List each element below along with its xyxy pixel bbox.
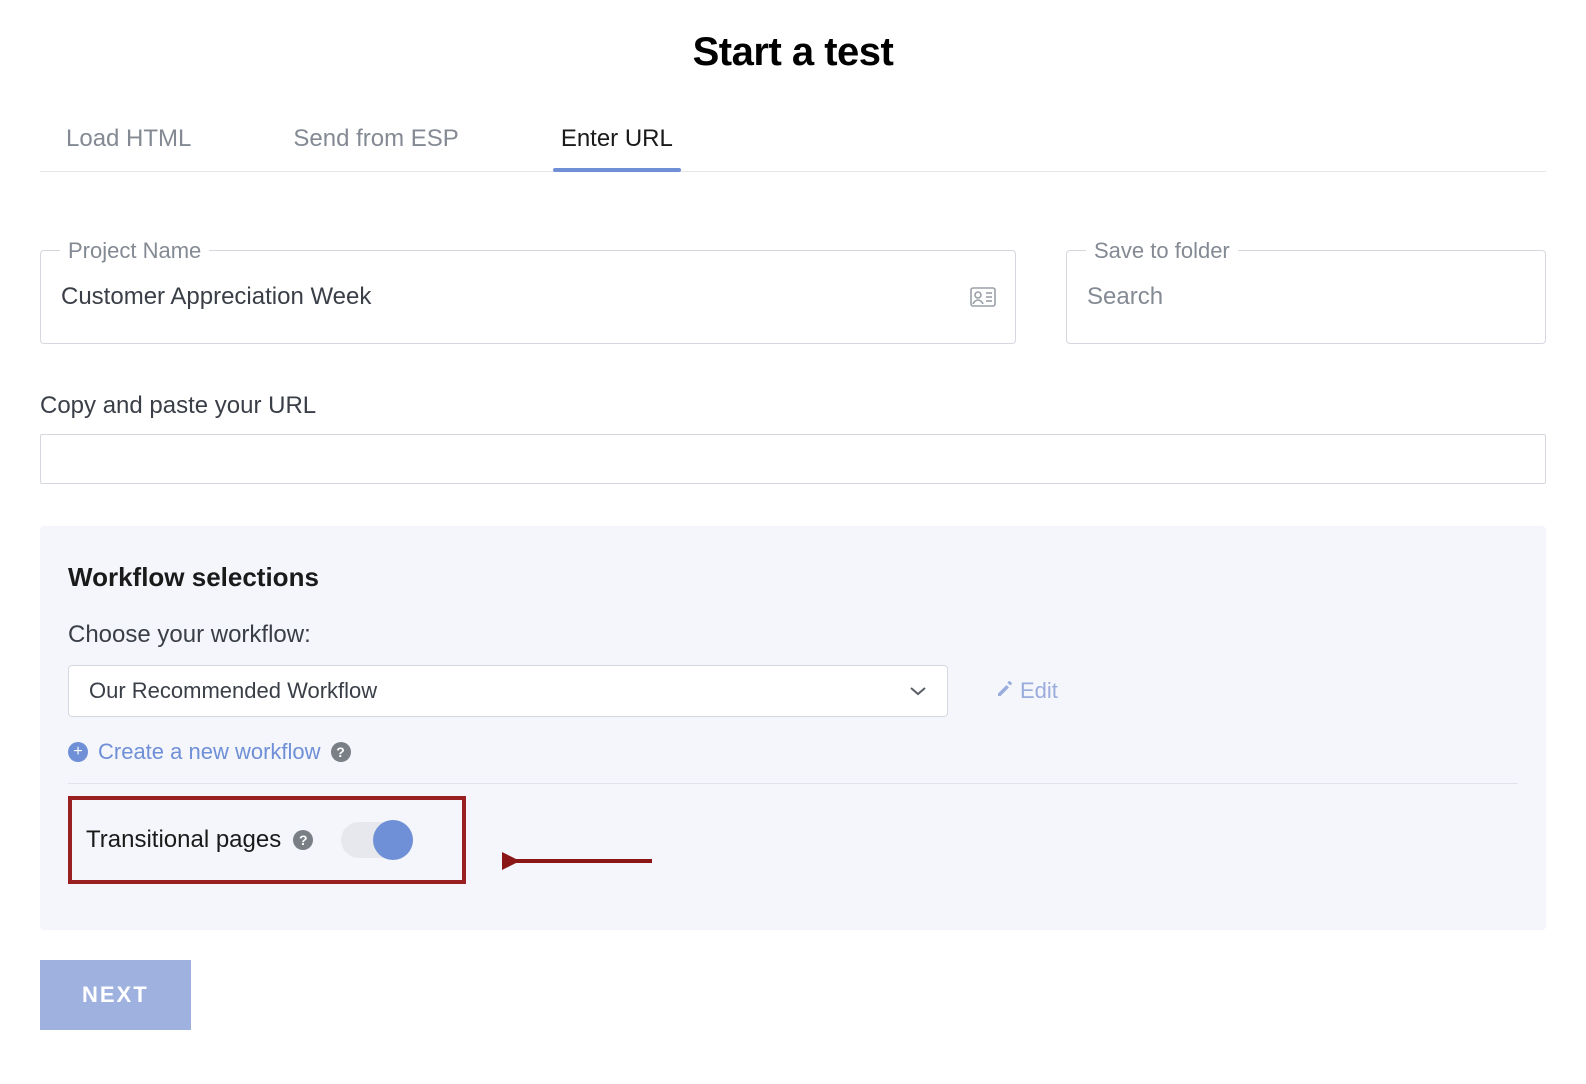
project-name-input[interactable]: [40, 250, 1016, 344]
workflow-select[interactable]: Our Recommended Workflow: [68, 665, 948, 717]
help-icon[interactable]: ?: [293, 830, 313, 850]
transitional-pages-toggle[interactable]: [341, 822, 413, 858]
chevron-down-icon: [909, 685, 927, 697]
source-tabs: Load HTML Send from ESP Enter URL: [40, 125, 1546, 172]
edit-label: Edit: [1020, 678, 1058, 704]
divider: [68, 783, 1518, 784]
create-workflow-label: Create a new workflow: [98, 739, 321, 765]
toggle-knob: [373, 820, 413, 860]
address-card-icon: [970, 287, 996, 307]
save-to-folder-label: Save to folder: [1086, 238, 1238, 264]
pencil-icon: [996, 678, 1014, 704]
project-name-label: Project Name: [60, 238, 209, 264]
project-name-field: Project Name: [40, 250, 1016, 344]
plus-circle-icon: +: [68, 742, 88, 762]
callout-arrow-icon: [502, 846, 662, 876]
save-to-folder-field: Save to folder: [1066, 250, 1546, 344]
workflow-panel-title: Workflow selections: [68, 562, 1518, 593]
create-workflow-link[interactable]: + Create a new workflow ?: [68, 739, 1518, 765]
tab-load-html[interactable]: Load HTML: [60, 125, 197, 171]
transitional-pages-label: Transitional pages: [86, 826, 281, 854]
next-button[interactable]: NEXT: [40, 960, 191, 1030]
choose-workflow-label: Choose your workflow:: [68, 621, 1518, 649]
tab-enter-url[interactable]: Enter URL: [555, 125, 679, 171]
transitional-pages-callout: Transitional pages ?: [68, 796, 466, 884]
help-icon[interactable]: ?: [331, 742, 351, 762]
tab-send-from-esp[interactable]: Send from ESP: [287, 125, 464, 171]
url-label: Copy and paste your URL: [40, 392, 1546, 420]
url-input[interactable]: [40, 434, 1546, 484]
workflow-selected-value: Our Recommended Workflow: [89, 678, 377, 704]
page-title: Start a test: [40, 30, 1546, 75]
workflow-panel: Workflow selections Choose your workflow…: [40, 526, 1546, 930]
edit-workflow-link[interactable]: Edit: [996, 678, 1058, 704]
save-to-folder-input[interactable]: [1066, 250, 1546, 344]
